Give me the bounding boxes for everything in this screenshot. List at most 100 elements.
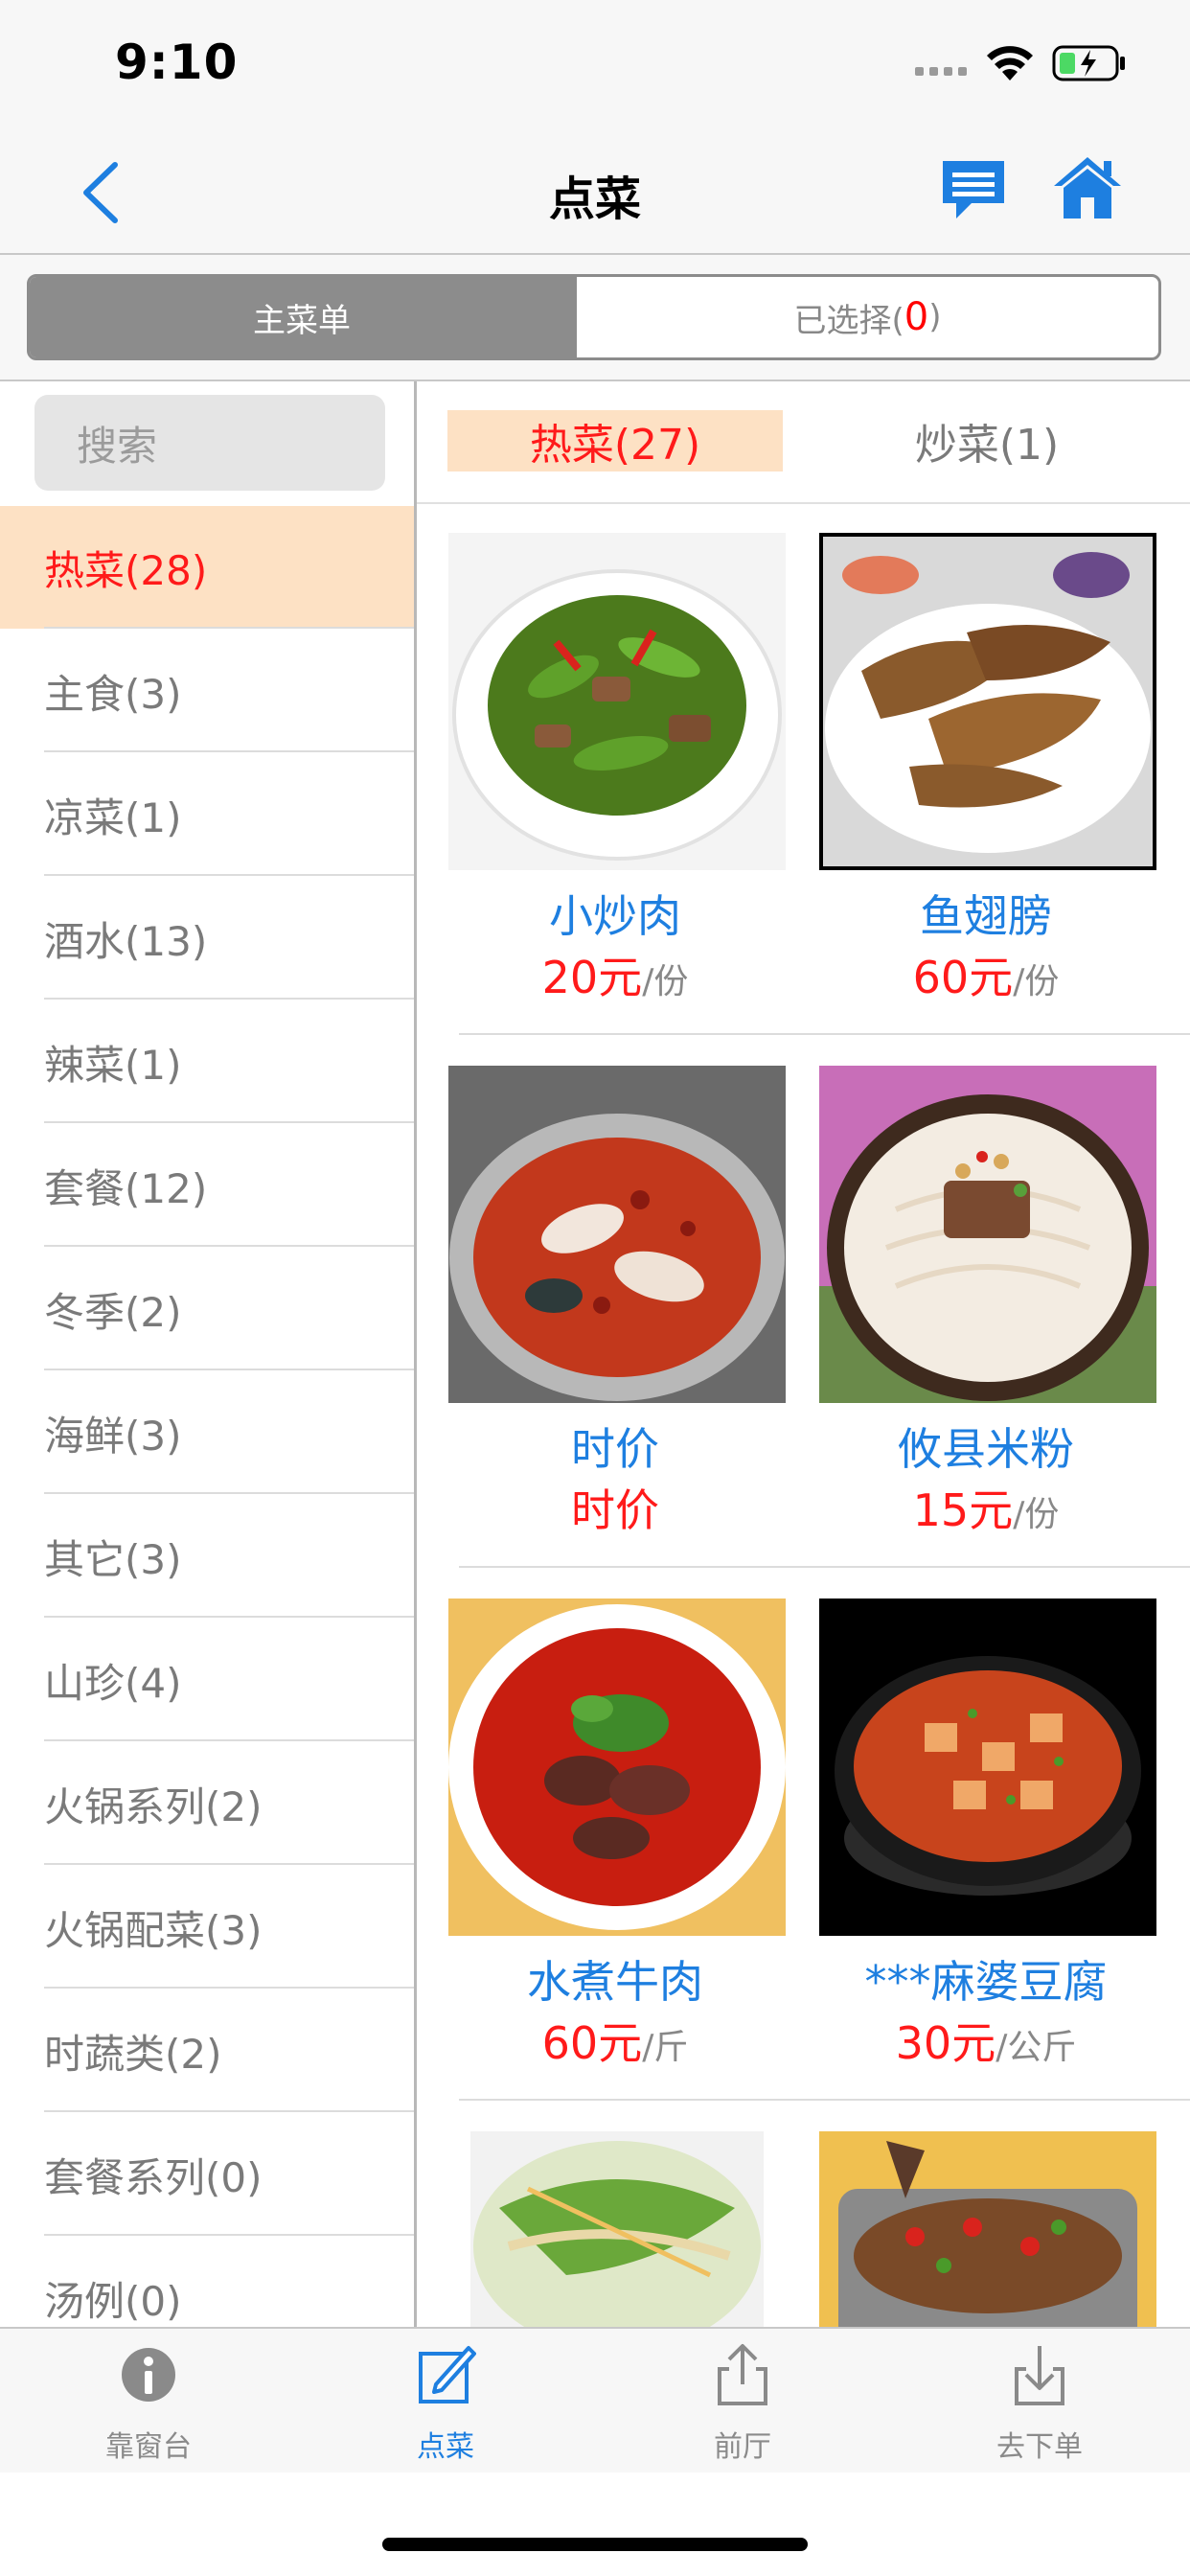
dish-price-value: 时价 (571, 1484, 659, 1536)
category-divider (44, 2110, 414, 2112)
share-icon (718, 2344, 767, 2405)
tab-front-hall[interactable]: 前厅 (594, 2329, 891, 2472)
sidebar-category-label: 套餐(12) (44, 1164, 208, 1212)
sidebar-category-label: 火锅系列(2) (44, 1782, 263, 1830)
sidebar-category-item[interactable]: 凉菜(1) (0, 753, 414, 876)
category-divider (44, 1616, 414, 1618)
status-time: 9:10 (115, 34, 239, 90)
sidebar-category-item[interactable]: 汤例(0) (0, 2237, 414, 2327)
sidebar-category-label: 套餐系列(0) (44, 2153, 263, 2201)
dish-price-value: 60元 (912, 952, 1014, 1003)
tab-window-seat[interactable]: 靠窗台 (0, 2329, 297, 2472)
category-divider (44, 1121, 414, 1123)
category-divider (44, 750, 414, 752)
segmented-control: 主菜单 已选择(0) (27, 274, 1161, 360)
subtab-hot-dishes[interactable]: 热菜(27) (447, 410, 783, 472)
cellular-signal-icon (915, 67, 969, 79)
category-divider (44, 1739, 414, 1741)
segment-selected-suffix: ) (928, 298, 942, 336)
dish-price: 60元/斤 (423, 2009, 807, 2072)
download-icon (1015, 2346, 1064, 2405)
category-divider (44, 998, 414, 1000)
sidebar-category-label: 时蔬类(2) (44, 2030, 222, 2078)
category-divider (44, 1492, 414, 1494)
sidebar-category-item[interactable]: 套餐系列(0) (0, 2113, 414, 2236)
tab-label: 前厅 (714, 2430, 771, 2464)
sidebar-category-label: 海鲜(3) (44, 1412, 182, 1460)
sidebar-category-item[interactable]: 辣菜(1) (0, 1000, 414, 1123)
dish-price-unit: /份 (1013, 1495, 1060, 1534)
page-title: 点菜 (548, 172, 641, 226)
category-divider (44, 627, 414, 629)
sidebar-category-item[interactable]: 山珍(4) (0, 1619, 414, 1741)
category-sidebar: 搜索 热菜(28) 主食(3) 凉菜(1) 酒水(13) 辣菜(1) 套餐(12) 冬季(2… (0, 381, 417, 2327)
segment-main-menu[interactable]: 主菜单 (30, 277, 574, 357)
dish-price: 60元/份 (794, 943, 1178, 1006)
subtab-stir-fry[interactable]: 炒菜(1) (819, 410, 1155, 472)
battery-icon (1052, 45, 1125, 81)
dish-name[interactable]: 鱼翅膀 (794, 882, 1178, 945)
sidebar-category-label: 酒水(13) (44, 917, 208, 965)
info-icon (122, 2348, 175, 2402)
category-divider (44, 874, 414, 876)
sidebar-category-item[interactable]: 热菜(28) (0, 506, 414, 629)
segment-selected[interactable]: 已选择(0) (574, 277, 1158, 357)
sidebar-category-label: 主食(3) (44, 670, 182, 718)
tab-label: 去下单 (996, 2430, 1083, 2464)
dish-name[interactable]: 攸县米粉 (794, 1414, 1178, 1478)
dish-name[interactable]: 时价 (423, 1414, 807, 1478)
dish-name[interactable]: 小炒肉 (423, 882, 807, 945)
message-icon[interactable] (939, 155, 1008, 222)
sidebar-category-label: 火锅配菜(3) (44, 1906, 263, 1954)
category-divider (44, 2234, 414, 2236)
dish-photo-chicken-wings[interactable] (819, 533, 1156, 870)
dish-price-value: 15元 (912, 1484, 1014, 1536)
navigation-bar: 点菜 (0, 126, 1190, 255)
row-divider (459, 2099, 1190, 2101)
dish-price-value: 60元 (541, 2017, 643, 2069)
sidebar-category-item[interactable]: 酒水(13) (0, 877, 414, 1000)
dish-photo-stir-fried-pork[interactable] (448, 533, 786, 870)
category-divider (44, 1987, 414, 1989)
subcategory-tabs: 热菜(27) 炒菜(1) (417, 381, 1190, 504)
row-divider (459, 1566, 1190, 1568)
sidebar-category-item[interactable]: 时蔬类(2) (0, 1990, 414, 2112)
sidebar-category-item[interactable]: 套餐(12) (0, 1124, 414, 1247)
back-button[interactable] (77, 159, 125, 226)
category-divider (44, 1368, 414, 1370)
dish-price: 20元/份 (423, 943, 807, 1006)
dish-photo-boiled-beef[interactable] (448, 1598, 786, 1936)
selected-count-badge: 0 (904, 295, 929, 339)
sidebar-category-item[interactable]: 主食(3) (0, 630, 414, 752)
sidebar-category-label: 冬季(2) (44, 1288, 182, 1336)
dish-price-value: 20元 (541, 952, 643, 1003)
sidebar-category-label: 热菜(28) (44, 546, 208, 594)
home-icon[interactable] (1052, 153, 1123, 222)
edit-icon (419, 2346, 476, 2404)
sidebar-category-label: 山珍(4) (44, 1659, 182, 1707)
sidebar-category-item[interactable]: 海鲜(3) (0, 1371, 414, 1494)
wifi-icon (987, 46, 1033, 80)
sidebar-category-item[interactable]: 冬季(2) (0, 1248, 414, 1370)
tab-order-dishes[interactable]: 点菜 (297, 2329, 594, 2472)
dish-price: 时价 (423, 1476, 807, 1539)
dish-photo-rice-noodles[interactable] (819, 1066, 1156, 1403)
dish-name[interactable]: ***麻婆豆腐 (794, 1947, 1178, 2011)
tab-bar: 靠窗台 点菜 前厅 去下单 (0, 2327, 1190, 2472)
sidebar-category-item[interactable]: 其它(3) (0, 1495, 414, 1618)
tab-place-order[interactable]: 去下单 (891, 2329, 1188, 2472)
row-divider (459, 1033, 1190, 1035)
dish-grid-area: 热菜(27) 炒菜(1) 小炒肉 20元/份 鱼翅膀 60元/份 时价 时价 攸… (417, 381, 1190, 2327)
sidebar-category-label: 凉菜(1) (44, 794, 182, 841)
sidebar-category-item[interactable]: 火锅系列(2) (0, 1742, 414, 1865)
dish-photo-vegetable-salad[interactable] (470, 2131, 764, 2327)
sidebar-category-item[interactable]: 火锅配菜(3) (0, 1866, 414, 1989)
search-input[interactable]: 搜索 (34, 395, 385, 491)
status-bar: 9:10 (0, 0, 1190, 126)
dish-name[interactable]: 水煮牛肉 (423, 1947, 807, 2011)
dish-photo-grilled-fish[interactable] (819, 2131, 1156, 2327)
dish-photo-mapo-tofu[interactable] (819, 1598, 1156, 1936)
dish-photo-spicy-fish[interactable] (448, 1066, 786, 1403)
dish-price-unit: /公斤 (995, 2028, 1077, 2067)
tab-label: 靠窗台 (105, 2430, 192, 2464)
